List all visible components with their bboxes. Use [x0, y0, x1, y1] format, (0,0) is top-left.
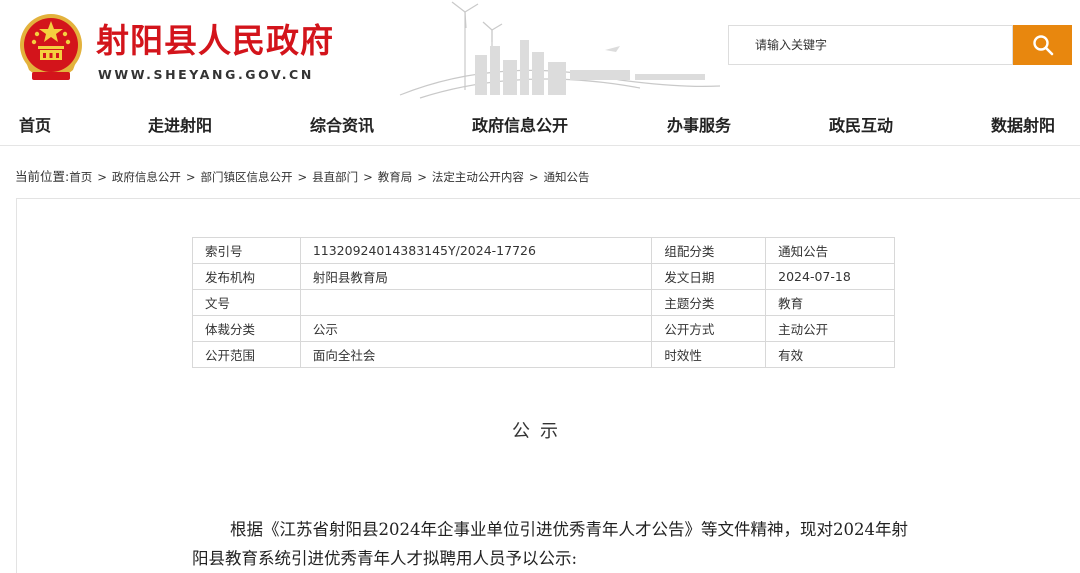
breadcrumb: 当前位置:首页 > 政府信息公开 > 部门镇区信息公开 > 县直部门 > 教育局 > 法定主动公开内… [15, 166, 590, 185]
meta-value-disclosure-method: 主动公开 [765, 315, 895, 342]
table-row: 发布机构 射阳县教育局 发文日期 2024-07-18 [192, 263, 895, 290]
breadcrumb-separator: > [528, 170, 539, 184]
site-title[interactable]: 射阳县人民政府 [96, 14, 334, 62]
meta-value-genre: 公示 [299, 315, 653, 342]
breadcrumb-link-county-depts[interactable]: 县直部门 [312, 170, 358, 184]
search-icon [1032, 35, 1053, 56]
meta-value-scope: 面向全社会 [299, 341, 653, 368]
nav-item-home[interactable]: 首页 [19, 112, 51, 136]
breadcrumb-link-statutory[interactable]: 法定主动公开内容 [432, 170, 524, 184]
city-skyline-decoration [399, 1, 720, 99]
nav-item-services[interactable]: 办事服务 [667, 112, 731, 136]
meta-value-index: 11320924014383145Y/2024-17726 [299, 237, 653, 264]
nav-item-gov-info[interactable]: 政府信息公开 [472, 112, 568, 136]
meta-value-publisher: 射阳县教育局 [299, 263, 653, 290]
breadcrumb-separator: > [417, 170, 427, 184]
table-row: 公开范围 面向全社会 时效性 有效 [192, 341, 895, 368]
meta-value-date: 2024-07-18 [765, 263, 895, 290]
meta-key-publisher: 发布机构 [192, 263, 301, 290]
breadcrumb-separator: > [185, 170, 196, 184]
meta-key-scope: 公开范围 [192, 341, 301, 368]
site-url: WWW.SHEYANG.GOV.CN [98, 67, 314, 82]
meta-key-genre: 体裁分类 [192, 315, 301, 342]
meta-value-category: 通知公告 [765, 237, 895, 264]
breadcrumb-link-home[interactable]: 首页 [69, 170, 92, 184]
meta-key-date: 发文日期 [651, 263, 767, 290]
main-nav: 首页 走进射阳 综合资讯 政府信息公开 办事服务 政民互动 数据射阳 [0, 100, 1080, 146]
table-row: 索引号 11320924014383145Y/2024-17726 组配分类 通… [192, 237, 895, 264]
nav-item-news[interactable]: 综合资讯 [310, 112, 374, 136]
breadcrumb-link-notices[interactable]: 通知公告 [544, 170, 590, 184]
meta-key-topic: 主题分类 [651, 289, 767, 316]
site-header: 射阳县人民政府 WWW.SHEYANG.GOV.CN [0, 0, 1080, 100]
meta-key-validity: 时效性 [651, 341, 767, 368]
table-row: 文号 主题分类 教育 [192, 289, 895, 316]
meta-key-doc-number: 文号 [192, 289, 301, 316]
article-body: 根据《江苏省射阳县2024年企事业单位引进优秀青年人才公告》等文件精神，现对20… [192, 515, 912, 573]
nav-item-data[interactable]: 数据射阳 [991, 112, 1055, 136]
nav-item-interaction[interactable]: 政民互动 [829, 112, 893, 136]
meta-value-topic: 教育 [765, 289, 895, 316]
meta-key-category: 组配分类 [651, 237, 767, 264]
notice-title: 公示 [512, 421, 568, 442]
breadcrumb-separator: > [297, 170, 308, 184]
meta-key-index: 索引号 [192, 237, 301, 264]
breadcrumb-separator: > [363, 170, 373, 184]
search-input[interactable] [729, 26, 1012, 64]
meta-value-doc-number [299, 289, 653, 316]
national-emblem-icon[interactable] [18, 12, 84, 84]
search-box [728, 25, 1013, 65]
breadcrumb-link-dept-info[interactable]: 部门镇区信息公开 [201, 170, 293, 184]
meta-value-validity: 有效 [765, 341, 895, 368]
document-meta-table: 索引号 11320924014383145Y/2024-17726 组配分类 通… [192, 237, 895, 368]
breadcrumb-link-education[interactable]: 教育局 [378, 170, 413, 184]
table-row: 体裁分类 公示 公开方式 主动公开 [192, 315, 895, 342]
breadcrumb-lead: 当前位置: [15, 169, 70, 184]
search-button[interactable] [1013, 25, 1072, 65]
breadcrumb-link-gov-info[interactable]: 政府信息公开 [112, 170, 181, 184]
meta-key-disclosure-method: 公开方式 [651, 315, 767, 342]
breadcrumb-separator: > [97, 170, 107, 184]
article-paragraph: 根据《江苏省射阳县2024年企事业单位引进优秀青年人才公告》等文件精神，现对20… [192, 520, 908, 568]
nav-item-about[interactable]: 走进射阳 [148, 112, 212, 136]
